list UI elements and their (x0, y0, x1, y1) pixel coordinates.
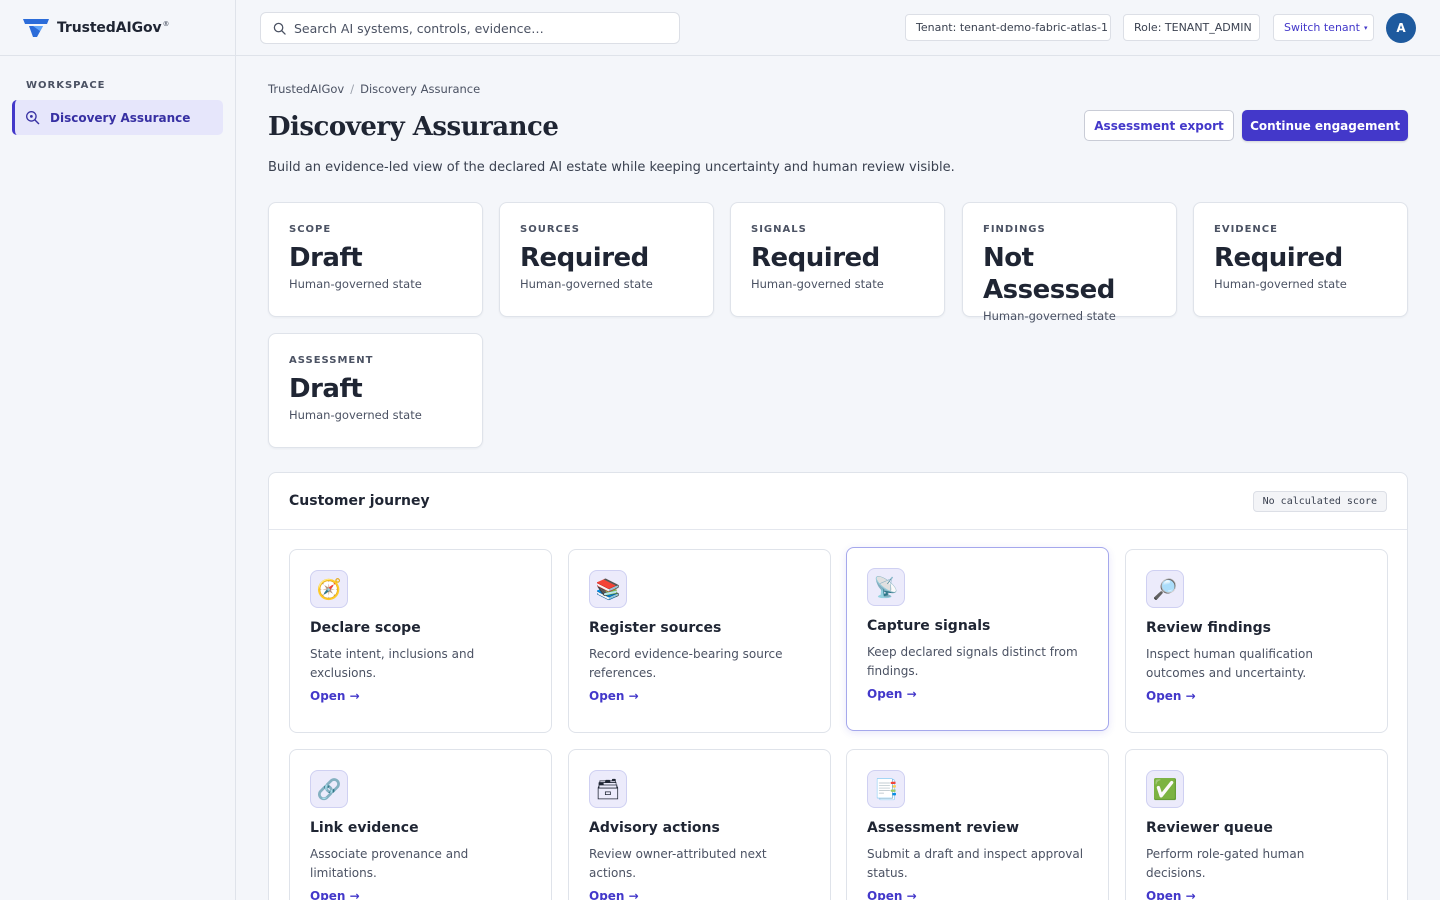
stat-value: Draft (289, 243, 363, 273)
registered-mark: ® (162, 20, 170, 29)
journey-step-capture-signals[interactable]: 📡 Capture signals Keep declared signals … (846, 547, 1109, 731)
step-title: Link evidence (310, 820, 419, 836)
stat-card-evidence: EVIDENCE Required Human-governed state (1193, 202, 1408, 317)
satellite-dish-icon: 📡 (867, 568, 905, 606)
journey-step-review-findings[interactable]: 🔎 Review findings Inspect human qualific… (1125, 549, 1388, 733)
step-title: Advisory actions (589, 820, 720, 836)
step-title: Reviewer queue (1146, 820, 1273, 836)
step-description: Review owner-attributed next actions. (589, 847, 767, 880)
sidebar: WORKSPACE Discovery Assurance (0, 56, 236, 900)
open-link[interactable]: Open → (310, 689, 360, 703)
stat-caption: Human-governed state (983, 309, 1116, 323)
open-link[interactable]: Open → (589, 689, 639, 703)
books-icon: 📚 (589, 570, 627, 608)
compass-icon: 🧭 (310, 570, 348, 608)
journey-step-link-evidence[interactable]: 🔗 Link evidence Associate provenance and… (289, 749, 552, 900)
step-description: Associate provenance and limitations. (310, 847, 469, 880)
journey-header: Customer journey No calculated score (269, 473, 1407, 530)
step-description: State intent, inclusions and exclusions. (310, 647, 475, 680)
journey-step-declare-scope[interactable]: 🧭 Declare scope State intent, inclusions… (289, 549, 552, 733)
stat-label: FINDINGS (983, 224, 1046, 235)
page-subtitle: Build an evidence-led view of the declar… (268, 160, 955, 175)
avatar[interactable]: A (1386, 13, 1416, 43)
journey-step-assessment-review[interactable]: 📑 Assessment review Submit a draft and i… (846, 749, 1109, 900)
open-link[interactable]: Open → (1146, 889, 1196, 900)
stat-value: Draft (289, 374, 363, 404)
stat-label: SCOPE (289, 224, 332, 235)
switch-tenant-button[interactable]: Switch tenant ▾ (1273, 14, 1374, 41)
search-icon (273, 22, 286, 35)
step-description: Keep declared signals distinct from find… (867, 645, 1078, 678)
stat-value: Required (520, 243, 649, 273)
step-title: Declare scope (310, 620, 421, 636)
stat-label: SOURCES (520, 224, 580, 235)
score-badge: No calculated score (1252, 490, 1387, 512)
journey-step-advisory-actions[interactable]: 🗃 Advisory actions Review owner-attribut… (568, 749, 831, 900)
stat-card-assessment: ASSESSMENT Draft Human-governed state (268, 333, 483, 448)
customer-journey-panel: Customer journey No calculated score 🧭 D… (268, 472, 1408, 900)
journey-step-register-sources[interactable]: 📚 Register sources Record evidence-beari… (568, 549, 831, 733)
sidebar-heading: WORKSPACE (26, 80, 106, 91)
step-title: Register sources (589, 620, 722, 636)
breadcrumb: TrustedAIGov / Discovery Assurance (268, 82, 480, 96)
search-input[interactable] (294, 20, 664, 36)
continue-engagement-button[interactable]: Continue engagement (1242, 110, 1408, 141)
stat-value: Required (751, 243, 880, 273)
top-bar: TrustedAIGov® Tenant: tenant-demo-fabric… (0, 0, 1440, 56)
check-mark-icon: ✅ (1146, 770, 1184, 808)
stat-value: Required (1214, 243, 1343, 273)
stat-card-findings: FINDINGS Not Assessed Human-governed sta… (962, 202, 1177, 323)
stat-caption: Human-governed state (1214, 277, 1347, 291)
card-box-icon: 🗃 (589, 770, 627, 808)
logo-icon (23, 19, 49, 37)
stat-caption: Human-governed state (289, 408, 422, 422)
open-link[interactable]: Open → (1146, 689, 1196, 703)
step-title: Capture signals (867, 618, 991, 634)
breadcrumb-separator: / (350, 82, 355, 96)
stat-card-signals: SIGNALS Required Human-governed state (730, 202, 945, 317)
tenant-indicator: Tenant: tenant-demo-fabric-atlas-1 (905, 14, 1111, 41)
open-link[interactable]: Open → (310, 889, 360, 900)
search-check-icon (26, 111, 40, 125)
brand[interactable]: TrustedAIGov® (0, 0, 236, 56)
open-link[interactable]: Open → (867, 889, 917, 900)
step-description: Perform role-gated human decisions. (1146, 847, 1305, 880)
stat-card-sources: SOURCES Required Human-governed state (499, 202, 714, 317)
chevron-down-icon: ▾ (1363, 23, 1368, 32)
stat-caption: Human-governed state (751, 277, 884, 291)
link-icon: 🔗 (310, 770, 348, 808)
stat-caption: Human-governed state (520, 277, 653, 291)
journey-title: Customer journey (289, 493, 430, 509)
document-flag-icon: 📑 (867, 770, 905, 808)
role-indicator: Role: TENANT_ADMIN (1123, 14, 1260, 41)
step-title: Assessment review (867, 820, 1020, 836)
sidebar-item-label: Discovery Assurance (50, 110, 191, 125)
switch-tenant-label: Switch tenant (1284, 21, 1360, 34)
step-title: Review findings (1146, 620, 1271, 636)
stat-caption: Human-governed state (289, 277, 422, 291)
magnifier-icon: 🔎 (1146, 570, 1184, 608)
open-link[interactable]: Open → (589, 889, 639, 900)
step-description: Record evidence-bearing source reference… (589, 647, 783, 680)
breadcrumb-item-current: Discovery Assurance (360, 82, 481, 96)
stat-card-scope: SCOPE Draft Human-governed state (268, 202, 483, 317)
assessment-export-button[interactable]: Assessment export (1084, 110, 1234, 141)
sidebar-item-discovery-assurance[interactable]: Discovery Assurance (12, 100, 223, 135)
brand-name: TrustedAIGov® (57, 20, 170, 36)
stat-label: ASSESSMENT (289, 355, 374, 366)
search-box[interactable] (260, 12, 680, 44)
journey-step-reviewer-queue[interactable]: ✅ Reviewer queue Perform role-gated huma… (1125, 749, 1388, 900)
stat-label: EVIDENCE (1214, 224, 1278, 235)
step-description: Submit a draft and inspect approval stat… (867, 847, 1084, 880)
stat-value: Not Assessed (983, 243, 1115, 305)
step-description: Inspect human qualification outcomes and… (1146, 647, 1313, 680)
open-link[interactable]: Open → (867, 687, 917, 701)
stat-label: SIGNALS (751, 224, 807, 235)
breadcrumb-item-home[interactable]: TrustedAIGov (268, 82, 344, 96)
page-title: Discovery Assurance (268, 112, 559, 142)
